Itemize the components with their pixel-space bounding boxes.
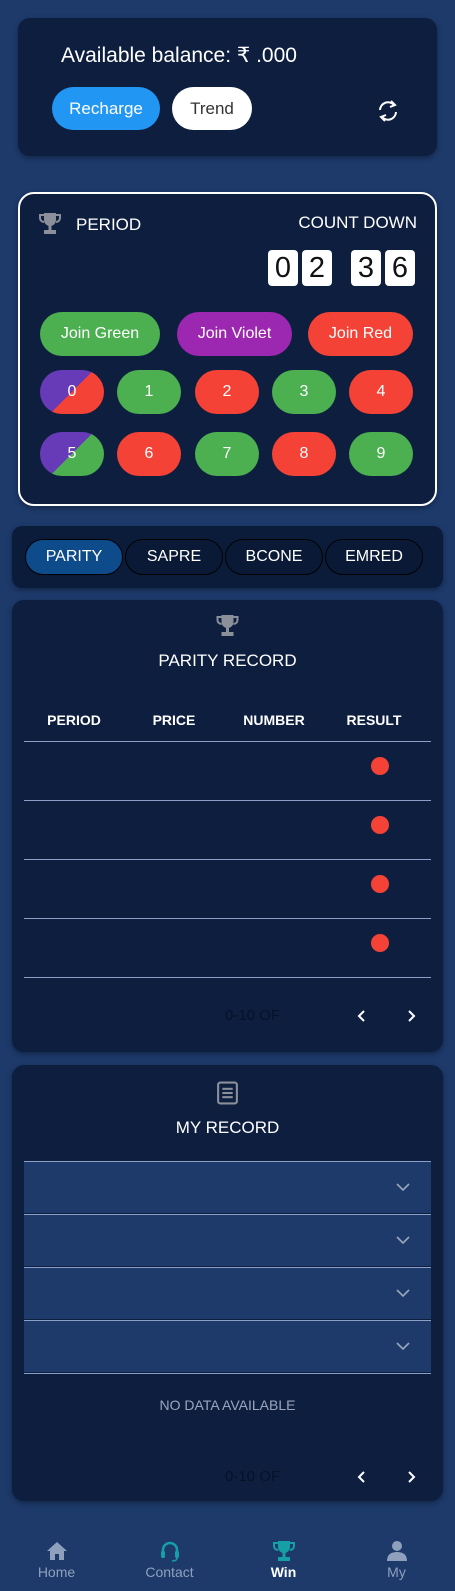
number-button-6[interactable]: 6 — [117, 432, 181, 476]
record-row[interactable] — [24, 1161, 431, 1213]
recharge-button[interactable]: Recharge — [52, 87, 160, 130]
divider — [24, 918, 431, 919]
available-balance: Available balance: ₹ .000 — [61, 44, 297, 67]
trophy-icon — [273, 1541, 295, 1561]
divider — [24, 1373, 431, 1374]
record-row[interactable] — [24, 1267, 431, 1319]
tab-bar: PARITY SAPRE BCONE EMRED — [12, 526, 443, 588]
pagination-text: 0-10 OF — [225, 1007, 281, 1024]
number-button-9[interactable]: 9 — [349, 432, 413, 476]
record-row[interactable] — [24, 1214, 431, 1266]
chevron-down-icon — [396, 1183, 410, 1192]
countdown-digit: 0 — [268, 250, 298, 286]
divider — [24, 800, 431, 801]
countdown-digit: 2 — [302, 250, 332, 286]
home-icon — [47, 1542, 67, 1560]
tab-bcone[interactable]: BCONE — [225, 539, 323, 575]
tab-parity[interactable]: PARITY — [25, 539, 123, 575]
trend-button[interactable]: Trend — [172, 87, 252, 130]
column-header-period: PERIOD — [47, 712, 101, 728]
balance-card: Available balance: ₹ .000 Recharge Trend — [18, 18, 437, 156]
nav-home[interactable]: Home — [0, 1522, 113, 1591]
result-dot — [371, 934, 389, 952]
number-button-4[interactable]: 4 — [349, 370, 413, 414]
nav-label: My — [387, 1564, 406, 1580]
chevron-left-icon[interactable] — [355, 1009, 369, 1023]
chevron-down-icon — [396, 1289, 410, 1298]
nav-contact[interactable]: Contact — [113, 1522, 226, 1591]
column-header-price: PRICE — [152, 712, 196, 728]
list-document-icon — [217, 1081, 238, 1105]
join-violet-button[interactable]: Join Violet — [177, 312, 292, 356]
record-row[interactable] — [24, 1320, 431, 1372]
chevron-down-icon — [396, 1342, 410, 1351]
result-dot — [371, 757, 389, 775]
parity-record-title: PARITY RECORD — [158, 651, 297, 670]
chevron-right-icon[interactable] — [404, 1470, 418, 1484]
result-dot — [371, 816, 389, 834]
countdown-digit: 6 — [385, 250, 415, 286]
number-button-7[interactable]: 7 — [195, 432, 259, 476]
no-data-message: NO DATA AVAILABLE — [159, 1397, 296, 1413]
join-red-button[interactable]: Join Red — [308, 312, 413, 356]
refresh-icon[interactable] — [376, 98, 400, 124]
number-button-0[interactable]: 0 — [40, 370, 104, 414]
nav-label: Home — [37, 1564, 76, 1580]
nav-win[interactable]: Win — [227, 1522, 340, 1591]
nav-my[interactable]: My — [340, 1522, 453, 1591]
number-button-8[interactable]: 8 — [272, 432, 336, 476]
divider — [24, 859, 431, 860]
user-icon — [387, 1541, 407, 1561]
my-record-card: MY RECORD NO DATA AVAILABLE 0-10 OF — [12, 1065, 443, 1501]
number-button-2[interactable]: 2 — [195, 370, 259, 414]
result-dot — [371, 875, 389, 893]
divider — [24, 977, 431, 978]
parity-record-card: PARITY RECORD PERIOD PRICE NUMBER RESULT… — [12, 600, 443, 1052]
column-header-number: NUMBER — [243, 712, 305, 728]
chevron-right-icon[interactable] — [404, 1009, 418, 1023]
nav-label: Win — [270, 1564, 297, 1580]
number-button-5[interactable]: 5 — [40, 432, 104, 476]
number-button-1[interactable]: 1 — [117, 370, 181, 414]
trophy-icon — [39, 213, 61, 234]
countdown-label: COUNT DOWN — [298, 213, 417, 232]
bottom-nav: Home Contact Win My — [0, 1522, 455, 1591]
nav-label: Contact — [145, 1564, 194, 1580]
trophy-icon — [216, 615, 239, 636]
tab-emred[interactable]: EMRED — [325, 539, 423, 575]
tab-sapre[interactable]: SAPRE — [125, 539, 223, 575]
join-green-button[interactable]: Join Green — [40, 312, 160, 356]
pagination-text: 0-10 OF — [225, 1468, 281, 1485]
column-header-result: RESULT — [346, 712, 402, 728]
chevron-left-icon[interactable] — [355, 1470, 369, 1484]
period-card: PERIOD COUNT DOWN 0 2 3 6 Join Green Joi… — [18, 192, 437, 506]
period-label: PERIOD — [76, 215, 142, 234]
headset-icon — [161, 1541, 179, 1562]
countdown-digit: 3 — [351, 250, 381, 286]
divider — [24, 741, 431, 742]
chevron-down-icon — [396, 1236, 410, 1245]
my-record-title: MY RECORD — [175, 1118, 280, 1137]
number-button-3[interactable]: 3 — [272, 370, 336, 414]
